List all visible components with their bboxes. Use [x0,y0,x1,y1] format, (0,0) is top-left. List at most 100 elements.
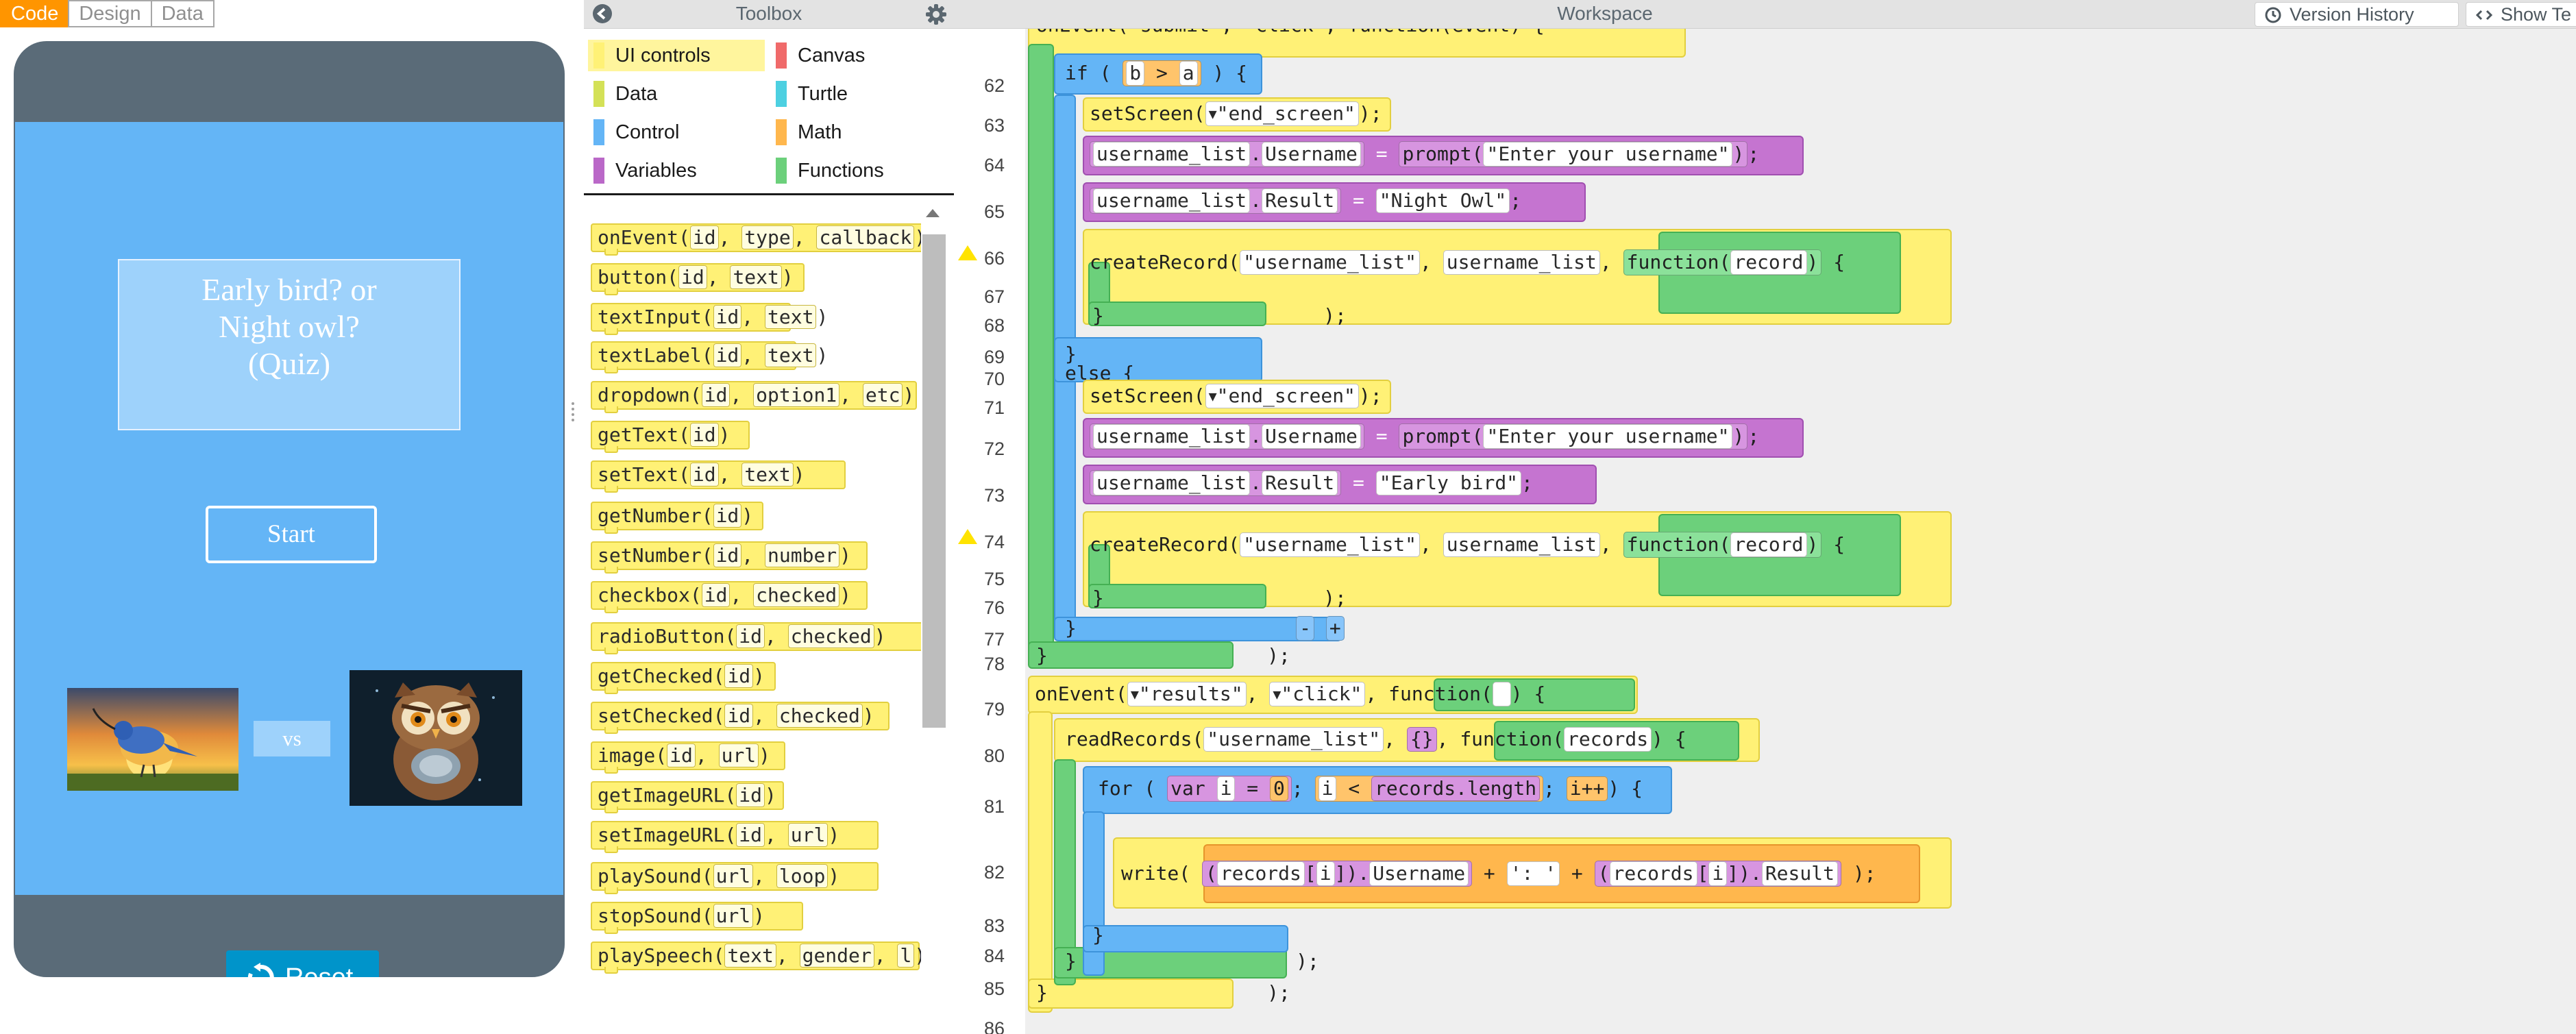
category-math[interactable]: Math [770,116,947,148]
reset-icon [247,963,274,977]
palette-block-name: radioButton [598,625,725,648]
palette-block-image[interactable]: image(id, url) [591,741,785,774]
palette-block-playsound[interactable]: playSound(url, loop) [591,862,879,894]
palette-block-name: setImageURL [598,824,725,846]
palette-block-checkbox[interactable]: checkbox(id, checked) [591,581,868,613]
palette-block-arg: url [718,743,759,767]
palette-block-name: dropdown [598,384,690,406]
quiz-title-label: Early bird? or Night owl? (Quiz) [118,259,461,430]
category-functions[interactable]: Functions [770,155,947,186]
code-line-79: onEvent(▼"results", ▼"click", function( … [1035,682,1546,706]
palette-block-textinput[interactable]: textInput(id, text) [591,303,828,335]
scroll-up-icon[interactable] [926,209,940,217]
category-label: Control [615,121,680,143]
palette-block-getchecked[interactable]: getChecked(id) [591,662,776,694]
code-line-81: for ( var i = 0; i < records.length; i++… [1094,773,1647,806]
category-swatch [593,119,604,145]
palette-block-getnumber[interactable]: getNumber(id) [591,502,763,534]
show-text-label: Show Te [2501,4,2572,25]
title-line-1: Early bird? or [201,272,377,307]
scroll-thumb[interactable] [922,234,946,728]
line-number: 73 [983,485,1005,506]
palette-block-arg: gender [799,944,874,968]
palette-block-arg: checked [753,583,840,607]
category-label: Variables [615,160,697,182]
tab-code[interactable]: Code [0,0,70,27]
category-ui-controls[interactable]: UI controls [588,40,765,71]
tab-design[interactable]: Design [68,0,152,27]
mode-tabs: Code Design Data [0,0,214,27]
toolbox-header: Toolbox [584,0,954,29]
owl-image[interactable] [349,670,522,806]
palette-block-arg: text [741,463,794,487]
palette-block-arg: id [724,664,754,688]
category-data[interactable]: Data [588,78,765,110]
warning-icon[interactable] [958,529,977,544]
category-turtle[interactable]: Turtle [770,78,947,110]
palette-block-gettext[interactable]: getText(id) [591,421,750,453]
palette-block-arg: id [713,504,742,528]
palette-block-getimageurl[interactable]: getImageURL(id) [591,781,784,813]
category-canvas[interactable]: Canvas [770,40,947,71]
line-number: 65 [983,201,1005,222]
line-number: 76 [983,598,1005,618]
start-button[interactable]: Start [206,506,377,563]
palette-block-arg: text [765,305,817,329]
category-swatch [593,158,604,184]
category-swatch [776,42,787,69]
app-preview-phone: Early bird? or Night owl? (Quiz) Start v… [14,41,565,977]
code-line-82: write( (records[i]). Username + ': ' + (r… [1117,858,1880,891]
line-number: 63 [983,115,1005,136]
palette-block-radiobutton[interactable]: radioButton(id, checked) [591,622,921,654]
palette-block-name: playSound [598,865,702,887]
palette-block-name: setChecked [598,704,713,727]
code-line-63: setScreen(▼"end_screen"); [1090,101,1382,126]
palette-block-settext[interactable]: setText(id, text) [591,460,846,493]
code-line-78: } ); [1036,644,1290,667]
palette-scrollbar[interactable] [922,206,946,1034]
palette-block-arg: id [689,225,719,249]
tab-data[interactable]: Data [150,0,214,27]
reset-button[interactable]: Reset [226,950,379,977]
palette-block-textlabel[interactable]: textLabel(id, text) [591,341,828,373]
partial-top-line: onEvent("submit", "click", function(even… [1032,29,1549,42]
category-control[interactable]: Control [588,116,765,148]
splitter-handle[interactable] [570,399,576,427]
palette-block-name: getChecked [598,665,713,687]
palette-block-name: setNumber [598,544,702,567]
palette-block-arg: id [736,823,765,847]
version-history-button[interactable]: Version History [2255,2,2459,27]
code-line-73: username_list. Result = "Early bird"; [1085,467,1537,500]
palette-block-setnumber[interactable]: setNumber(id, number) [591,541,868,574]
vs-label: vs [254,721,330,756]
warning-icon[interactable] [958,245,977,260]
category-variables[interactable]: Variables [588,155,765,186]
gear-icon[interactable] [925,3,947,25]
line-number: 67 [983,286,1005,307]
palette-block-setimageurl[interactable]: setImageURL(id, url) [591,821,879,853]
palette-block-arg: id [689,463,719,487]
collapse-toolbox-icon[interactable] [592,3,613,24]
workspace-title: Workspace [1557,3,1653,24]
palette-block-button[interactable]: button(id, text) [591,263,805,295]
palette-block-arg: url [713,864,754,888]
palette-block-name: button [598,266,667,288]
category-label: Turtle [798,83,848,105]
show-text-button[interactable]: Show Te [2466,2,2576,27]
code-workspace[interactable]: onEvent("submit", "click", function(even… [1025,29,2576,1034]
palette-block-setchecked[interactable]: setChecked(id, checked) [591,702,890,734]
line-number: 68 [983,315,1005,336]
line-number: 84 [983,946,1005,966]
palette-block-playspeech[interactable]: playSpeech(text, gender, l) [591,941,921,974]
palette-block-arg: text [765,343,817,367]
line-number: 75 [983,569,1005,589]
code-line-66: createRecord("username_list", username_l… [1085,247,1849,280]
palette-block-dropdown[interactable]: dropdown(id, option1, etc) [591,381,917,413]
title-line-2: Night owl? [219,309,360,344]
palette-block-stopsound[interactable]: stopSound(url) [591,902,803,934]
palette-block-arg: id [701,583,731,607]
bird-image[interactable] [67,688,238,791]
palette-block-onevent[interactable]: onEvent(id, type, callback) [591,223,921,256]
palette-block-arg: id [736,624,765,648]
line-number: 70 [983,369,1005,389]
